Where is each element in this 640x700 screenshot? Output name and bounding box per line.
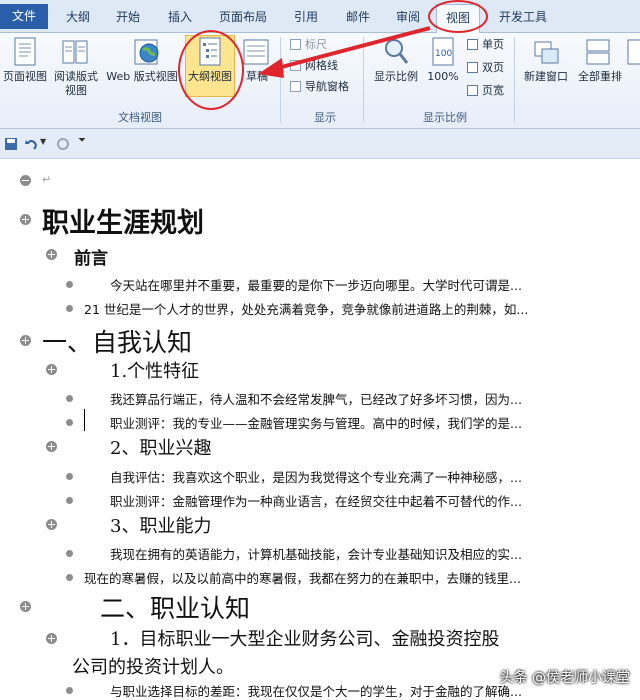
watermark: 头条 @侯老师小课堂 xyxy=(500,667,630,687)
annotation-arrow-icon xyxy=(0,0,640,691)
